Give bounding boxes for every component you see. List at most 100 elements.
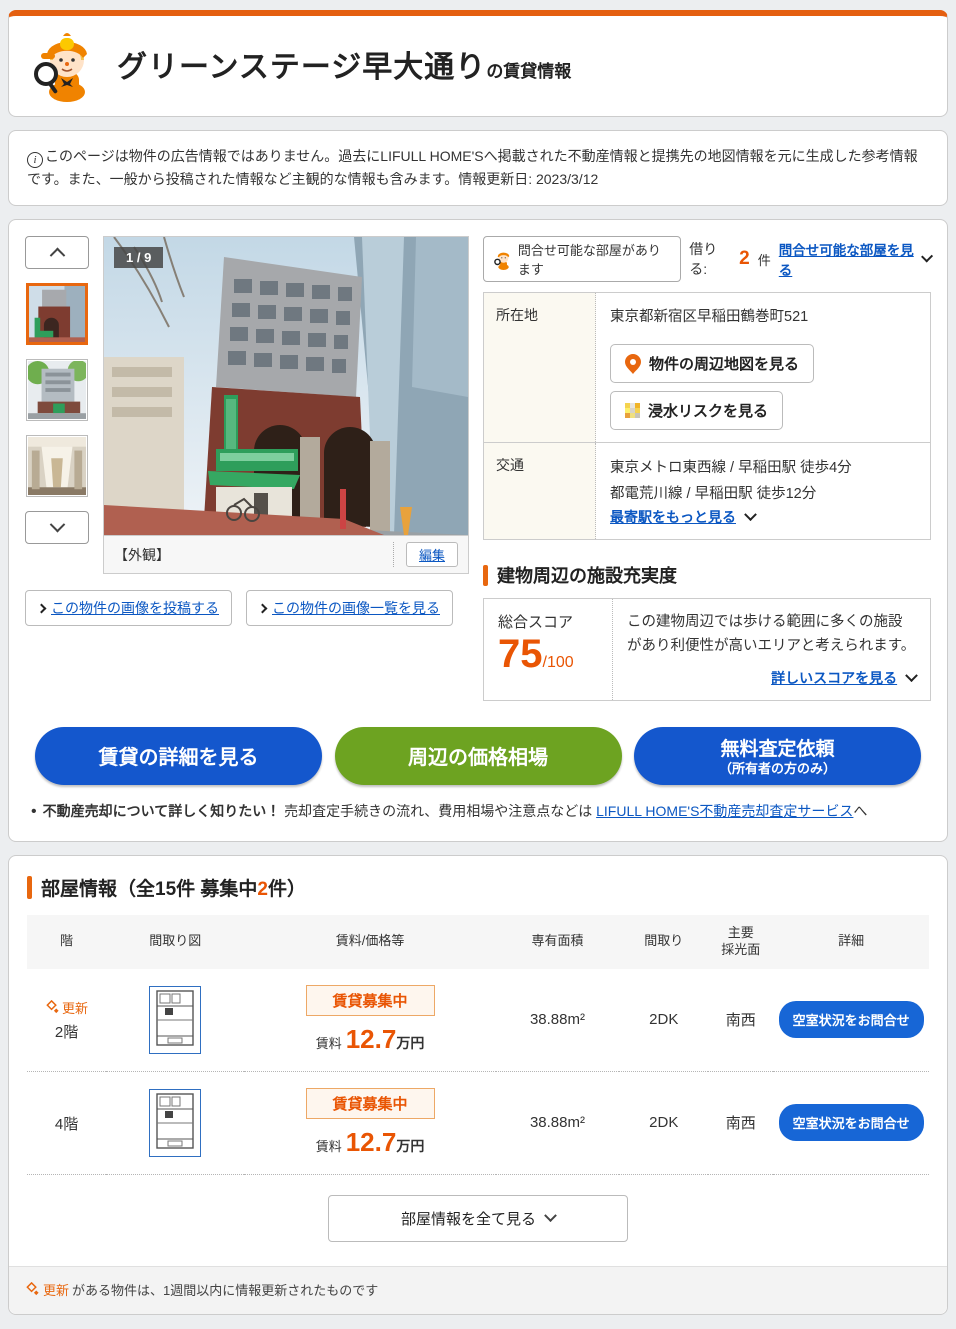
thumbnail-building-view[interactable]	[26, 359, 88, 422]
show-all-rooms-label: 部屋情報を全て見る	[400, 1210, 536, 1228]
notice-update-label: 情報更新日:	[458, 171, 533, 188]
chevron-down-icon	[544, 1208, 557, 1222]
col-floor: 階	[27, 914, 107, 969]
access-line-1: 東京メトロ東西線 / 早稲田駅 徒歩4分	[610, 460, 852, 477]
room-layout: 2DK	[619, 968, 709, 1072]
main-photo[interactable]: 1 / 9	[104, 237, 468, 536]
notice-panel: i このページは物件の広告情報ではありません。過去にLIFULL HOME'Sへ掲…	[8, 130, 948, 207]
floor-plan-thumbnail[interactable]	[149, 1088, 202, 1157]
chevron-down-icon	[49, 517, 65, 533]
price-market-label: 周辺の価格相場	[408, 747, 548, 770]
rent-value: 12.7	[345, 1126, 397, 1157]
vacancy-inquiry-button[interactable]: 空室状況をお問合せ	[778, 1104, 924, 1142]
score-max: /100	[542, 654, 574, 672]
thumbnails-scroll-down-button[interactable]	[25, 511, 89, 545]
page-title-suffix: の賃貸情報	[486, 62, 572, 81]
rent-value: 12.7	[345, 1023, 397, 1054]
sell-info-note: • 不動産売却について詳しく知りたい！ 売却査定手続きの流れ、費用相場や注意点な…	[31, 801, 925, 821]
score-label: 総合スコア	[498, 614, 574, 632]
view-inquiry-rooms-link[interactable]: 問合せ可能な部屋を見る	[779, 239, 915, 279]
property-info-column: 問合せ可能な部屋があります 借りる: 2 件 問合せ可能な部屋を見る 所在地 東京都…	[483, 236, 933, 701]
view-flood-risk-label: 浸水リスクを見る	[648, 403, 769, 421]
post-image-button[interactable]: この物件の画像を投稿する	[25, 590, 232, 627]
inquiry-available-badge: 問合せ可能な部屋があります	[483, 236, 682, 283]
thumbnail-photo-2	[28, 361, 86, 420]
thumbnail-exterior-selected[interactable]	[26, 283, 88, 346]
room-facing: 南西	[708, 968, 774, 1072]
homes-kun-mascot-icon	[34, 33, 87, 102]
show-all-rooms-button[interactable]: 部屋情報を全て見る	[328, 1194, 628, 1242]
status-badge: 賃貸募集中	[305, 984, 435, 1016]
accent-bar	[27, 875, 32, 899]
col-price: 賃料/価格等	[244, 914, 496, 969]
free-appraisal-button[interactable]: 無料査定依頼 （所有者の方のみ）	[634, 726, 921, 785]
access-line-2: 都電荒川線 / 早稲田駅 徒歩12分	[610, 486, 817, 503]
room-facing: 南西	[708, 1071, 774, 1175]
notice-update-date: 2023/3/12	[535, 171, 599, 188]
thumbnail-entrance[interactable]	[26, 435, 88, 498]
inquiry-badge-label: 問合せ可能な部屋があります	[517, 243, 661, 278]
floor-plan-drawing	[156, 989, 194, 1046]
footer-update-label: 更新	[43, 1282, 70, 1298]
room-floor: 4階	[54, 1116, 79, 1134]
rent-unit: 万円	[396, 1137, 425, 1154]
rent-unit: 万円	[396, 1034, 425, 1051]
flood-risk-map-icon	[625, 403, 640, 419]
sell-note-bold: 不動産売却について詳しく知りたい！	[42, 802, 281, 819]
sparkle-icon	[46, 999, 59, 1013]
borrow-count: 2	[739, 248, 750, 270]
thumbnails-scroll-up-button[interactable]	[25, 236, 89, 270]
location-label: 所在地	[483, 292, 596, 444]
map-pin-icon	[625, 353, 641, 374]
room-row-2f: 更新 2階 賃貸募集中 賃料 12.7万円 38.88m² 2DK 南西 空室状…	[27, 968, 929, 1072]
col-facing: 主要 採光面	[708, 914, 774, 969]
caption-actions: 編集	[392, 542, 458, 568]
status-badge: 賃貸募集中	[305, 1087, 435, 1119]
main-photo-frame: 1 / 9 【外観】 編集	[103, 236, 469, 575]
col-detail: 詳細	[773, 914, 929, 969]
chevron-down-icon	[905, 669, 918, 682]
detailed-score-link[interactable]: 詳しいスコアを見る	[771, 670, 897, 686]
property-summary-card: 1 / 9 【外観】 編集 この物件の画像を投稿する この物件の画像一覧を見る …	[8, 219, 948, 842]
more-stations-link[interactable]: 最寄駅をもっと見る	[610, 509, 736, 525]
exterior-photo	[104, 237, 468, 536]
view-flood-risk-button[interactable]: 浸水リスクを見る	[610, 391, 784, 431]
borrow-label: 借りる:	[689, 241, 718, 278]
score-value: 75	[498, 632, 543, 677]
sparkle-icon	[26, 1281, 39, 1295]
edit-photo-button[interactable]: 編集	[405, 542, 458, 568]
rooms-section-title: 部屋情報（全15件 募集中2件）	[27, 874, 929, 901]
chevron-down-icon	[920, 250, 933, 263]
rental-detail-label: 賃貸の詳細を見る	[98, 747, 259, 770]
floor-plan-drawing	[156, 1092, 194, 1149]
rooms-table: 階 間取り図 賃料/価格等 専有面積 間取り 主要 採光面 詳細 更新 2階 賃…	[27, 914, 929, 1175]
view-area-map-button[interactable]: 物件の周辺地図を見る	[610, 344, 815, 384]
chevron-right-icon	[36, 603, 47, 614]
rental-detail-button[interactable]: 賃貸の詳細を見る	[35, 726, 322, 785]
updated-marker: 更新	[45, 998, 88, 1017]
facility-section-title: 建物周辺の施設充実度	[483, 562, 931, 588]
post-image-label: この物件の画像を投稿する	[51, 600, 219, 617]
image-list-button[interactable]: この物件の画像一覧を見る	[246, 590, 453, 627]
sell-service-link[interactable]: LIFULL HOME'S不動産売却査定サービス	[596, 803, 853, 819]
rent-label: 賃料	[315, 1138, 342, 1154]
thumbnail-photo-3	[28, 437, 86, 496]
vacancy-inquiry-button[interactable]: 空室状況をお問合せ	[778, 1001, 924, 1039]
accent-bar	[483, 564, 488, 586]
price-market-button[interactable]: 周辺の価格相場	[334, 726, 622, 785]
sell-note-suffix: へ	[853, 802, 868, 819]
room-layout: 2DK	[619, 1071, 709, 1175]
room-area: 38.88m²	[495, 968, 620, 1072]
floor-plan-thumbnail[interactable]	[149, 985, 202, 1054]
page-header: グリーンステージ早大通り の賃貸情報	[8, 10, 948, 117]
access-row: 交通 東京メトロ東西線 / 早稲田駅 徒歩4分 都電荒川線 / 早稲田駅 徒歩1…	[483, 442, 931, 540]
photo-counter-badge: 1 / 9	[114, 247, 164, 269]
thumbnail-rail	[25, 236, 89, 574]
bullet-icon: •	[31, 802, 37, 820]
image-list-label: この物件の画像一覧を見る	[272, 600, 440, 617]
photo-caption-bar: 【外観】 編集	[104, 535, 468, 574]
facility-title-text: 建物周辺の施設充実度	[497, 566, 677, 587]
rooms-title-suffix: 件）	[268, 878, 307, 900]
access-label: 交通	[483, 442, 596, 540]
free-appraisal-sub-label: （所有者の方のみ）	[718, 761, 836, 777]
